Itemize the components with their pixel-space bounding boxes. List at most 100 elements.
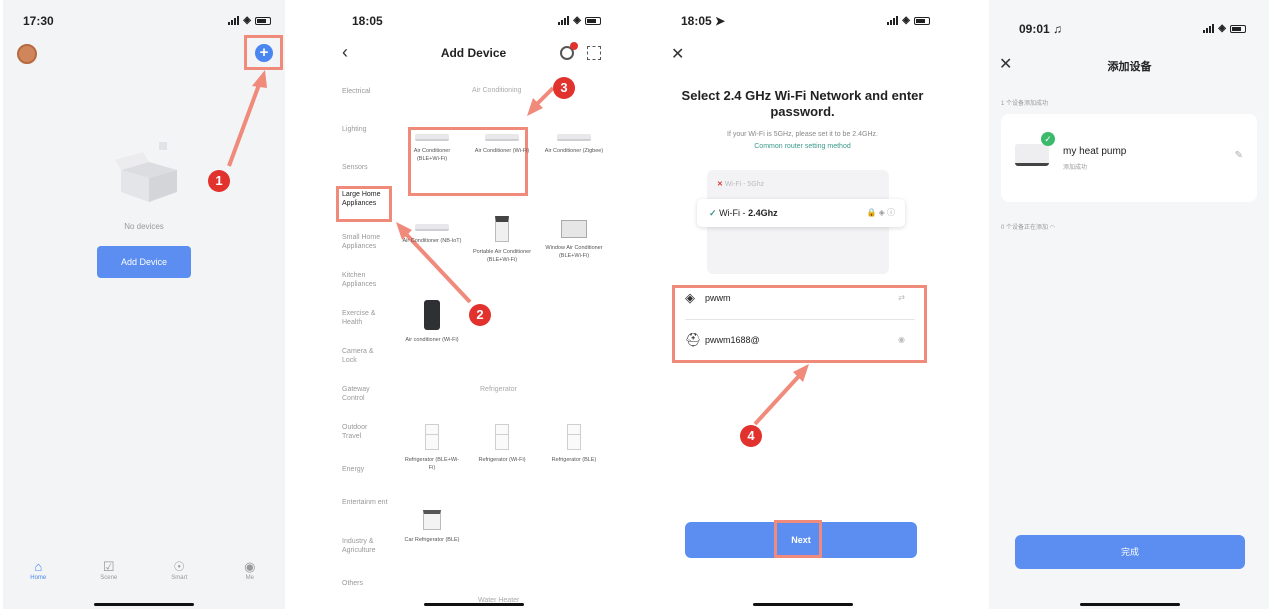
qr-scan-icon[interactable] [587,46,601,60]
device-ac-zigbee[interactable]: Air Conditioner (Zigbee) [544,134,604,155]
add-device-button[interactable]: Add Device [97,246,191,278]
tab-smart[interactable]: ☉ Smart [159,559,199,589]
wifi-icon: ◈ [902,15,910,26]
status-bar: 18:05 ◈ [332,14,615,30]
bottom-tab-bar: ⌂ Home ☑ Scene ☉ Smart ◉ Me [3,559,285,589]
close-icon[interactable]: ✕ [671,44,684,64]
wifi-icon: ◈ [1218,23,1226,34]
refrigerator-icon [495,424,509,450]
status-time: 17:30 [23,14,54,28]
category-others[interactable]: Others [342,579,363,588]
mute-icon: ♫ [1053,22,1063,36]
refrigerator-icon [567,424,581,450]
success-count: 1 个设备添加成功 [1001,101,1049,107]
network-24ghz[interactable]: ✓ Wi-Fi - 2.4Ghz 🔒 ◈ ⓘ [697,199,905,227]
category-energy[interactable]: Energy [342,465,364,474]
highlight-plus [244,35,283,70]
cross-icon: ✕ [717,181,723,188]
device-name: my heat pump [1063,146,1127,157]
screen-wifi-setup: 18:05 ➤ ◈ ✕ Select 2.4 GHz Wi-Fi Network… [661,0,944,609]
wifi-icon: ◈ [243,15,251,26]
check-icon: ✓ [709,208,717,218]
home-indicator [1079,603,1180,606]
battery-icon [585,16,601,25]
home-icon: ⌂ [34,559,43,574]
edit-icon[interactable]: ✎ [1235,150,1243,161]
avatar[interactable] [17,44,37,64]
tab-home[interactable]: ⌂ Home [18,559,58,589]
signal-icon [228,16,240,25]
device-car-fridge[interactable]: Car Refrigerator (BLE) [402,510,462,544]
tab-scene[interactable]: ☑ Scene [89,559,129,589]
device-fridge-wifi[interactable]: Refrigerator (Wi-Fi) [472,424,532,464]
category-entertainment[interactable]: Entertainm ent [342,498,388,507]
tab-me[interactable]: ◉ Me [230,559,270,589]
screen-home: 17:30 ◈ + 1 No devices Add Device ⌂ Home … [3,0,285,609]
category-electrical[interactable]: Electrical [342,87,370,96]
category-small-home-appliances[interactable]: Small Home Appliances [342,233,392,251]
section-air-conditioning: Air Conditioning [472,87,522,94]
refrigerator-icon [425,424,439,450]
wifi-icon: ◈ [573,15,581,26]
signal-icon [887,16,899,25]
category-exercise-health[interactable]: Exercise & Health [342,309,384,327]
section-refrigerator: Refrigerator [480,386,517,393]
category-kitchen-appliances[interactable]: Kitchen Appliances [342,271,384,289]
status-bar: 17:30 ◈ [3,14,285,30]
step-badge-1: 1 [208,170,230,192]
device-ac-wifi[interactable]: Air Conditioner (Wi-Fi) [472,134,532,155]
screen-add-success: 09:01 ♫ ◈ ✕ 添加设备 1 个设备添加成功 ✓ my heat pum… [989,0,1269,609]
air-conditioner-icon [557,134,591,141]
device-portable-ac[interactable]: Portable Air Conditioner (BLE+Wi-Fi) [472,216,532,264]
done-button[interactable]: 完成 [1015,535,1245,569]
status-time: 09:01 ♫ [1019,22,1063,36]
page-title: Select 2.4 GHz Wi-Fi Network and enter p… [681,88,924,119]
empty-state-text: No devices [124,222,164,231]
highlight-next [774,520,822,558]
air-conditioner-icon [415,224,449,231]
portable-ac-icon [495,216,509,242]
step-badge-3: 3 [553,77,575,99]
network-info-icons: 🔒 ◈ ⓘ [866,208,895,217]
device-card[interactable]: ✓ my heat pump 添加成功 ✎ [1001,114,1257,202]
device-ac-phone-wifi[interactable]: Air conditioner (Wi-Fi) [402,300,462,344]
car-refrigerator-icon [423,510,441,530]
category-lighting[interactable]: Lighting [342,125,367,134]
me-icon: ◉ [244,559,256,574]
device-ac-ble-wifi[interactable]: Air Conditioner (BLE+Wi-Fi) [402,134,462,163]
category-gateway-control[interactable]: Gateway Control [342,385,384,403]
air-conditioner-icon [485,134,519,141]
page-title: 添加设备 [1107,61,1152,73]
battery-icon [1230,24,1246,33]
home-indicator [423,603,524,606]
screen-add-device: 18:05 ◈ ‹ Add Device Electrical Lighting… [332,0,615,609]
step-badge-2: 2 [469,304,491,326]
router-help-link[interactable]: Common router setting method [681,143,924,150]
empty-box-icon [115,142,177,202]
category-industry-agriculture[interactable]: Industry & Agriculture [342,537,388,555]
device-fridge-ble[interactable]: Refrigerator (BLE) [544,424,604,464]
battery-icon [255,16,271,25]
status-time: 18:05 [352,14,383,28]
home-indicator [752,603,853,606]
status-bar: 18:05 ➤ ◈ [661,14,944,30]
device-ac-nb-iot[interactable]: Air Conditioner (NB-IoT) [402,224,462,245]
scene-icon: ☑ [102,559,115,574]
device-window-ac[interactable]: Window Air Conditioner (BLE+Wi-Fi) [544,220,604,260]
device-status: 添加成功 [1063,165,1088,171]
network-5ghz: ✕ Wi-Fi - 5Ghz [717,181,765,188]
step-badge-4: 4 [740,425,762,447]
signal-icon [558,16,570,25]
loading-icon: ◠ [1049,225,1055,231]
heat-pump-icon [1015,144,1049,166]
window-ac-icon [561,220,587,238]
hint-text: If your Wi-Fi is 5GHz, please set it to … [727,131,878,138]
device-fridge-ble-wifi[interactable]: Refrigerator (BLE+Wi-Fi) [402,424,462,472]
category-camera-lock[interactable]: Camera & Lock [342,347,384,365]
notification-dot [570,42,578,50]
signal-icon [1203,24,1215,33]
battery-icon [914,16,930,25]
status-bar: 09:01 ♫ ◈ [989,22,1269,38]
category-sensors[interactable]: Sensors [342,163,368,172]
category-outdoor-travel[interactable]: Outdoor Travel [342,423,384,441]
